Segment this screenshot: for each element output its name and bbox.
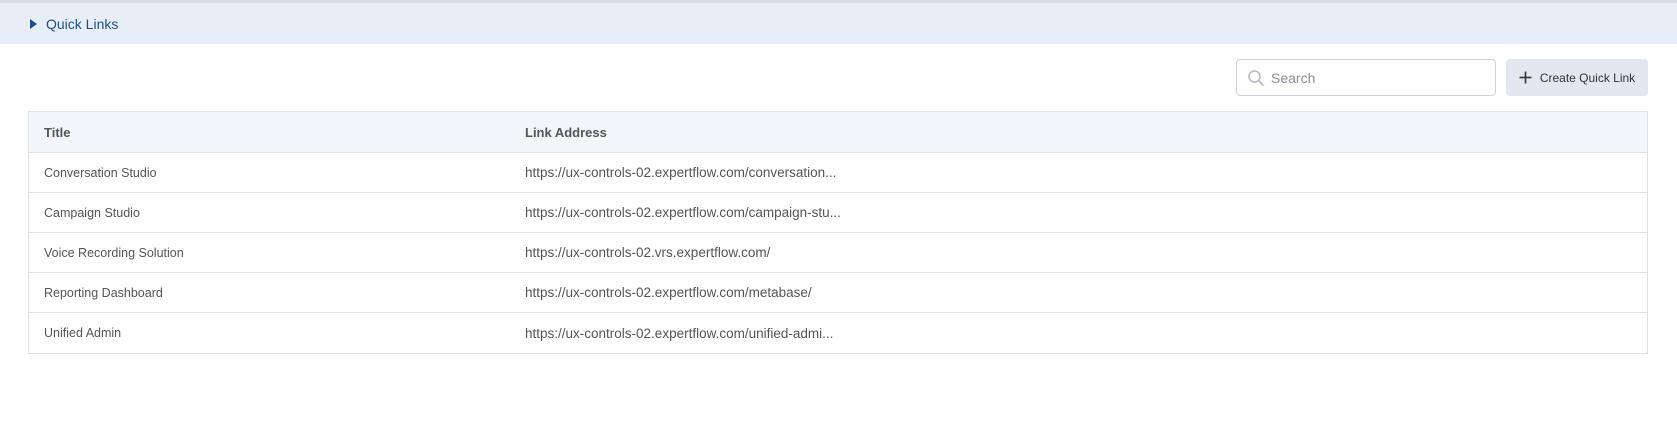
row-link[interactable]: https://ux-controls-02.expertflow.com/ca… — [525, 205, 1647, 220]
table-row[interactable]: Campaign Studio https://ux-controls-02.e… — [29, 193, 1647, 233]
create-quick-link-label: Create Quick Link — [1539, 70, 1636, 85]
row-title: Conversation Studio — [44, 165, 157, 180]
accordion-title: Quick Links — [46, 15, 119, 32]
row-link[interactable]: https://ux-controls-02.vrs.expertflow.co… — [525, 245, 1647, 260]
table-row[interactable]: Conversation Studio https://ux-controls-… — [29, 153, 1647, 193]
row-title: Voice Recording Solution — [44, 245, 184, 260]
table-header: Title Link Address — [29, 112, 1647, 153]
search-input[interactable] — [1271, 62, 1486, 93]
table-row[interactable]: Reporting Dashboard https://ux-controls-… — [29, 273, 1647, 313]
create-quick-link-button[interactable]: Create Quick Link — [1506, 59, 1648, 96]
plus-icon — [1519, 69, 1532, 87]
column-header-title[interactable]: Title — [29, 125, 525, 140]
row-title: Reporting Dashboard — [44, 285, 163, 300]
table-row[interactable]: Voice Recording Solution https://ux-cont… — [29, 233, 1647, 273]
row-link[interactable]: https://ux-controls-02.expertflow.com/me… — [525, 285, 1647, 300]
quick-links-table: Title Link Address Conversation Studio h… — [28, 111, 1648, 354]
table-row[interactable]: Unified Admin https://ux-controls-02.exp… — [29, 313, 1647, 353]
row-link[interactable]: https://ux-controls-02.expertflow.com/co… — [525, 165, 1647, 180]
quick-links-accordion-header[interactable]: Quick Links — [0, 3, 1677, 44]
column-header-link-address[interactable]: Link Address — [525, 125, 1647, 140]
search-box[interactable] — [1236, 59, 1496, 96]
search-icon — [1241, 60, 1271, 95]
row-title: Campaign Studio — [44, 205, 140, 220]
row-title: Unified Admin — [44, 326, 122, 340]
caret-right-icon[interactable] — [30, 18, 37, 29]
row-link[interactable]: https://ux-controls-02.expertflow.com/un… — [525, 326, 1647, 341]
